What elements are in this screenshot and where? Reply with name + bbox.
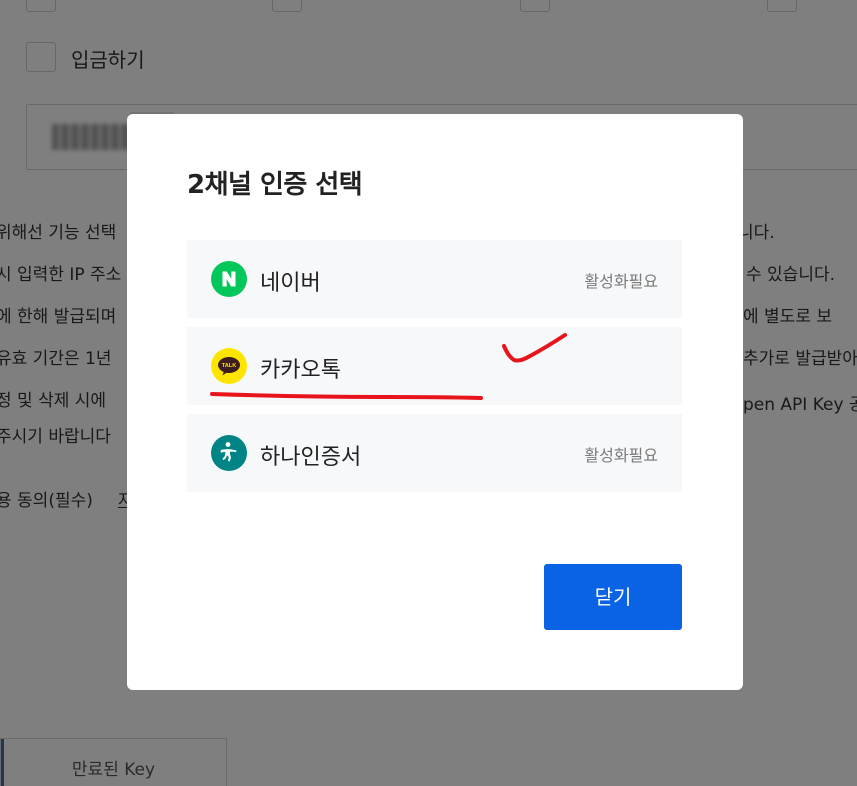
auth-option-hana-cert[interactable]: 하나인증서 활성화필요	[187, 414, 682, 492]
auth-option-label: 네이버	[260, 271, 321, 296]
auth-option-kakaotalk[interactable]: TALK 카카오톡	[187, 327, 682, 405]
auth-option-naver[interactable]: 네이버 활성화필요	[187, 240, 682, 318]
naver-icon	[211, 261, 247, 297]
activation-required-status: 활성화필요	[584, 446, 658, 465]
svg-text:TALK: TALK	[222, 363, 237, 369]
hana-cert-icon	[211, 435, 247, 471]
auth-option-label: 카카오톡	[260, 358, 341, 383]
activation-required-status: 활성화필요	[584, 272, 658, 291]
kakaotalk-icon: TALK	[211, 348, 247, 384]
modal-title: 2채널 인증 선택	[187, 170, 363, 200]
close-button[interactable]: 닫기	[544, 564, 682, 630]
auth-option-label: 하나인증서	[260, 445, 362, 470]
two-channel-auth-modal: 2채널 인증 선택 네이버 활성화필요 TALK 카카오톡 하나인증서 활성화필…	[127, 114, 743, 690]
